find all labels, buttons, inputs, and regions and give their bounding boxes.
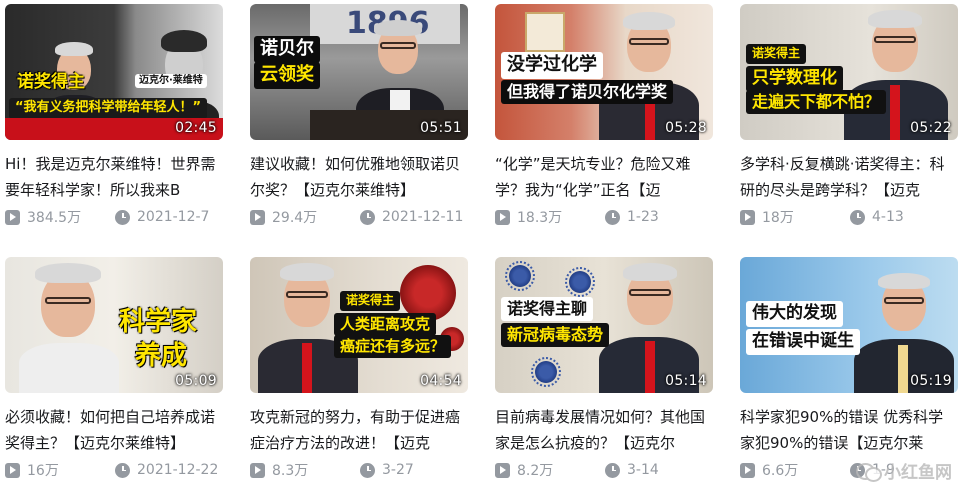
publish-date: 3-27 (382, 462, 414, 478)
video-meta: 29.4万 2021-12-11 (250, 207, 472, 227)
thumbnail-caption: “我有义务把科学带给年轻人！” (9, 98, 208, 119)
video-meta: 8.3万 3-27 (250, 460, 472, 480)
video-duration: 02:45 (175, 120, 217, 136)
thumbnail-caption: 在错误中诞生 (746, 329, 860, 355)
thumbnail-caption: 诺奖得主 (340, 291, 401, 311)
play-count-icon (495, 462, 510, 478)
video-title[interactable]: 多学科·反复横跳·诺奖得主：科研的尽头是跨学科？【迈克 (740, 151, 958, 203)
video-title[interactable]: 科学家犯90%的错误 优秀科学家犯90%的错误【迈克尔莱 (740, 404, 958, 456)
video-duration: 05:22 (910, 120, 952, 136)
video-grid: 诺奖得主 迈克尔·莱维特 “我有义务把科学带给年轻人！” 02:45 Hi！我是… (0, 0, 960, 489)
video-title[interactable]: 必须收藏！如何把自己培养成诺奖得主？【迈克尔莱维特】 (5, 404, 223, 456)
publish-date: 1-23 (627, 209, 659, 225)
video-card[interactable]: 诺奖得主聊 新冠病毒态势 05:14 目前病毒发展情况如何？其他国家是怎么抗疫的… (495, 257, 717, 480)
publish-date: 2021-12-11 (382, 209, 464, 225)
thumbnail-caption: 没学过化学 (501, 52, 603, 79)
view-count: 6.6万 (762, 463, 799, 479)
video-thumbnail[interactable]: 诺奖得主 只学数理化 走遍天下都不怕？ 05:22 (740, 4, 958, 140)
play-count-icon (250, 462, 265, 478)
video-thumbnail[interactable]: 1896 诺贝尔 云领奖 05:51 (250, 4, 468, 140)
view-count: 16万 (27, 463, 59, 479)
video-meta: 18万 4-13 (740, 207, 960, 227)
thumbnail-caption: 科学家 (119, 307, 198, 337)
thumbnail-caption: 但我得了诺贝尔化学奖 (501, 80, 674, 105)
video-card[interactable]: 诺奖得主 迈克尔·莱维特 “我有义务把科学带给年轻人！” 02:45 Hi！我是… (5, 4, 227, 227)
video-card[interactable]: 1896 诺贝尔 云领奖 05:51 建议收藏！如何优雅地领取诺贝尔奖？【迈克尔… (250, 4, 472, 227)
watermark-text: 小红鱼网 (884, 463, 952, 483)
publish-date: 2021-12-7 (137, 209, 210, 225)
thumbnail-caption: 只学数理化 (746, 66, 843, 92)
video-title[interactable]: 攻克新冠的努力，有助于促进癌症治疗方法的改进！【迈克 (250, 404, 468, 456)
video-duration: 04:54 (420, 373, 462, 389)
video-duration: 05:51 (420, 120, 462, 136)
view-count: 8.3万 (272, 463, 309, 479)
clock-icon (605, 209, 620, 225)
view-count: 29.4万 (272, 210, 318, 226)
video-duration: 05:14 (665, 373, 707, 389)
clock-icon (850, 209, 865, 225)
thumbnail-caption: 诺奖得主 (17, 72, 85, 92)
play-count-icon (740, 462, 755, 478)
publish-date: 2021-12-22 (137, 462, 219, 478)
publish-date: 4-13 (872, 209, 904, 225)
video-thumbnail[interactable]: 诺奖得主 人类距离攻克 癌症还有多远？ 04:54 (250, 257, 468, 393)
thumbnail-caption: 诺奖得主 (746, 44, 807, 64)
clock-icon (605, 462, 620, 478)
thumbnail-caption: 诺奖得主聊 (501, 297, 594, 322)
video-card[interactable]: 诺奖得主 人类距离攻克 癌症还有多远？ 04:54 攻克新冠的努力，有助于促进癌… (250, 257, 472, 480)
thumbnail-caption: 新冠病毒态势 (501, 323, 610, 348)
video-title[interactable]: “化学”是天坑专业？危险又难学？我为“化学”正名【迈 (495, 151, 713, 203)
play-count-icon (5, 462, 20, 478)
thumbnail-caption: 人类距离攻克 (334, 313, 437, 337)
play-count-icon (495, 209, 510, 225)
video-thumbnail[interactable]: 科学家 养成 05:09 (5, 257, 223, 393)
video-meta: 384.5万 2021-12-7 (5, 207, 227, 227)
video-title[interactable]: 建议收藏！如何优雅地领取诺贝尔奖？【迈克尔莱维特】 (250, 151, 468, 203)
thumbnail-caption: 云领奖 (254, 62, 320, 89)
view-count: 8.2万 (517, 463, 554, 479)
video-duration: 05:28 (665, 120, 707, 136)
clock-icon (360, 209, 375, 225)
video-meta: 18.3万 1-23 (495, 207, 717, 227)
video-thumbnail[interactable]: 伟大的发现 在错误中诞生 05:19 (740, 257, 958, 393)
watermark: 小红鱼网 (856, 458, 952, 483)
play-count-icon (250, 209, 265, 225)
clock-icon (360, 462, 375, 478)
video-thumbnail[interactable]: 诺奖得主 迈克尔·莱维特 “我有义务把科学带给年轻人！” 02:45 (5, 4, 223, 140)
video-meta: 16万 2021-12-22 (5, 460, 227, 480)
play-count-icon (5, 209, 20, 225)
thumbnail-caption: 诺贝尔 (254, 36, 320, 63)
video-title[interactable]: 目前病毒发展情况如何？其他国家是怎么抗疫的？【迈克尔 (495, 404, 713, 456)
view-count: 384.5万 (27, 210, 82, 226)
video-duration: 05:09 (175, 373, 217, 389)
thumbnail-caption: 伟大的发现 (746, 301, 843, 327)
thumbnail-caption: 癌症还有多远？ (334, 335, 452, 359)
video-card[interactable]: 科学家 养成 05:09 必须收藏！如何把自己培养成诺奖得主？【迈克尔莱维特】 … (5, 257, 227, 480)
video-card[interactable]: 伟大的发现 在错误中诞生 05:19 科学家犯90%的错误 优秀科学家犯90%的… (740, 257, 960, 480)
clock-icon (115, 209, 130, 225)
video-title[interactable]: Hi！我是迈克尔莱维特！世界需要年轻科学家！所以我来B (5, 151, 223, 203)
publish-date: 3-14 (627, 462, 659, 478)
view-count: 18.3万 (517, 210, 563, 226)
thumbnail-caption: 迈克尔·莱维特 (135, 74, 207, 88)
video-thumbnail[interactable]: 诺奖得主聊 新冠病毒态势 05:14 (495, 257, 713, 393)
view-count: 18万 (762, 210, 794, 226)
clock-icon (115, 462, 130, 478)
thumbnail-caption: 走遍天下都不怕？ (746, 90, 887, 115)
video-meta: 8.2万 3-14 (495, 460, 717, 480)
video-card[interactable]: 没学过化学 但我得了诺贝尔化学奖 05:28 “化学”是天坑专业？危险又难学？我… (495, 4, 717, 227)
thumbnail-caption: 养成 (135, 341, 188, 371)
video-card[interactable]: 诺奖得主 只学数理化 走遍天下都不怕？ 05:22 多学科·反复横跳·诺奖得主：… (740, 4, 960, 227)
video-duration: 05:19 (910, 373, 952, 389)
wechat-icon (856, 461, 882, 482)
video-thumbnail[interactable]: 没学过化学 但我得了诺贝尔化学奖 05:28 (495, 4, 713, 140)
play-count-icon (740, 209, 755, 225)
